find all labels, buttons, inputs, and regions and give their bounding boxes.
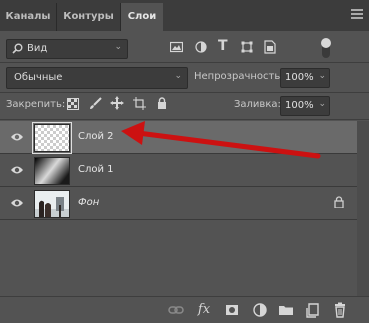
layer-thumbnail-gradient: [34, 157, 70, 185]
filter-toggle[interactable]: [321, 38, 331, 58]
layer-name[interactable]: Слой 2: [78, 131, 114, 142]
panel-tabbar: Каналы Контуры Слои: [0, 0, 369, 31]
lock-all-icon[interactable]: [157, 97, 167, 109]
opacity-value: 100%: [285, 72, 314, 83]
visibility-eye-icon[interactable]: [10, 164, 24, 176]
layer-row-layer2[interactable]: Слой 2: [0, 121, 357, 154]
tab-paths[interactable]: Контуры: [57, 3, 121, 31]
shape-filter-icon[interactable]: [241, 41, 253, 53]
delete-layer-trash-icon[interactable]: [332, 302, 348, 318]
lock-transparency-icon[interactable]: [67, 98, 79, 110]
chevron-down-icon: ⌄: [114, 42, 122, 52]
lock-pixels-brush-icon[interactable]: [89, 97, 102, 110]
divider: [0, 62, 369, 63]
divider: [0, 92, 369, 93]
panel-menu-icon[interactable]: [351, 9, 363, 21]
layer-filter-select[interactable]: Вид ⌄: [6, 39, 128, 59]
blend-mode-value: Обычные: [14, 72, 63, 83]
layer-name[interactable]: Фон: [78, 197, 99, 208]
layers-list: Слой 2 Слой 1 Фон: [0, 121, 357, 289]
layers-scrollbar[interactable]: [357, 121, 369, 296]
lock-label: Закрепить:: [6, 99, 66, 110]
tab-layers[interactable]: Слои: [121, 3, 163, 31]
layers-panel: Каналы Контуры Слои Вид ⌄ T Обычные ⌄ Не…: [0, 0, 369, 323]
layer-name[interactable]: Слой 1: [78, 164, 114, 175]
opacity-field[interactable]: 100% ⌄: [280, 68, 330, 88]
divider: [0, 119, 369, 120]
fill-value: 100%: [285, 100, 314, 111]
smart-object-filter-icon[interactable]: [264, 40, 276, 54]
new-layer-icon[interactable]: [305, 302, 321, 318]
layer-thumbnail-transparent: [32, 122, 72, 154]
filter-label: Вид: [27, 43, 48, 54]
layers-bottom-toolbar: fx: [0, 296, 369, 323]
search-icon: [12, 43, 23, 54]
blend-mode-select[interactable]: Обычные ⌄: [6, 67, 188, 89]
adjustment-layer-icon[interactable]: [252, 302, 268, 318]
fill-field[interactable]: 100% ⌄: [280, 96, 330, 116]
visibility-eye-icon[interactable]: [10, 197, 24, 209]
opacity-label: Непрозрачность:: [194, 71, 284, 82]
adjustment-filter-icon[interactable]: [195, 41, 207, 53]
layer-lock-icon[interactable]: [334, 196, 344, 208]
fill-label: Заливка:: [234, 99, 281, 110]
lock-position-move-icon[interactable]: [110, 96, 124, 110]
fx-effects-icon[interactable]: fx: [196, 302, 212, 318]
chevron-down-icon: ⌄: [318, 71, 326, 81]
new-group-folder-icon[interactable]: [278, 302, 294, 318]
pixel-filter-icon[interactable]: [170, 41, 183, 53]
layer-row-background[interactable]: Фон: [0, 187, 357, 220]
chevron-down-icon: ⌄: [174, 71, 182, 81]
tab-channels[interactable]: Каналы: [0, 3, 57, 31]
layer-thumbnail-photo: [34, 190, 70, 218]
type-filter-icon[interactable]: T: [218, 38, 228, 54]
lock-artboard-icon[interactable]: [133, 97, 146, 110]
layer-row-layer1[interactable]: Слой 1: [0, 154, 357, 187]
add-mask-icon[interactable]: [224, 302, 240, 318]
visibility-eye-icon[interactable]: [10, 131, 24, 143]
link-layers-icon[interactable]: [168, 302, 184, 318]
chevron-down-icon: ⌄: [318, 99, 326, 109]
